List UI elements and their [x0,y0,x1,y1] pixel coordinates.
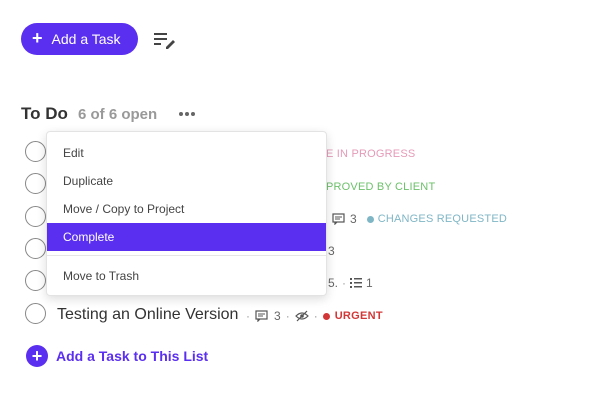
list-open-count: 6 of 6 open [78,106,158,123]
status-dot [366,215,374,223]
subtask-count: 1 [366,276,373,290]
hidden-eye-icon [294,310,309,322]
more-icon[interactable] [177,109,197,119]
menu-divider [47,255,326,256]
comment-count: 3 [328,244,335,258]
row3-meta: 3 CHANGES REQUESTED [332,212,507,226]
row4-meta: 3 [328,244,335,258]
edit-list-icon[interactable] [154,31,176,49]
row5-meta: 5. · 1 [328,276,373,290]
status-badge-approved: PROVED BY CLIENT [326,181,436,193]
task-title[interactable]: Testing an Online Version [57,306,238,324]
list-title: To Do [21,104,68,123]
row6-meta: · 3 · · URGENT [246,309,383,323]
subtask-icon [350,278,363,288]
add-task-to-list-label: Add a Task to This List [56,348,209,364]
status-badge-in-progress: E IN PROGRESS [326,148,416,160]
add-task-label: Add a Task [51,31,121,47]
status-dot [322,312,330,320]
menu-item-move-to-trash[interactable]: Move to Trash [47,262,326,290]
task-complete-checkbox[interactable] [25,238,46,259]
menu-item-duplicate[interactable]: Duplicate [47,167,326,195]
menu-item-move-copy[interactable]: Move / Copy to Project [47,195,326,223]
status-badge-urgent: URGENT [322,310,383,322]
row5-text: 5. [328,276,339,290]
task-complete-checkbox[interactable] [25,141,46,162]
plus-icon: + [32,28,43,48]
comment-count: 3 [274,309,281,323]
add-task-button[interactable]: + Add a Task [21,23,138,55]
comment-icon [332,213,345,225]
menu-item-complete[interactable]: Complete [47,223,326,251]
task-complete-checkbox[interactable] [25,270,46,291]
comment-icon [255,310,268,322]
comment-count: 3 [350,212,357,226]
status-badge-changes-requested: CHANGES REQUESTED [377,213,507,225]
status-label: URGENT [334,310,383,322]
list-options-menu: Edit Duplicate Move / Copy to Project Co… [46,131,327,296]
task-complete-checkbox[interactable] [25,206,46,227]
menu-item-edit[interactable]: Edit [47,139,326,167]
task-complete-checkbox[interactable] [25,303,46,324]
plus-icon: + [26,345,48,367]
add-task-to-list-button[interactable]: + Add a Task to This List [26,345,208,367]
task-complete-checkbox[interactable] [25,173,46,194]
